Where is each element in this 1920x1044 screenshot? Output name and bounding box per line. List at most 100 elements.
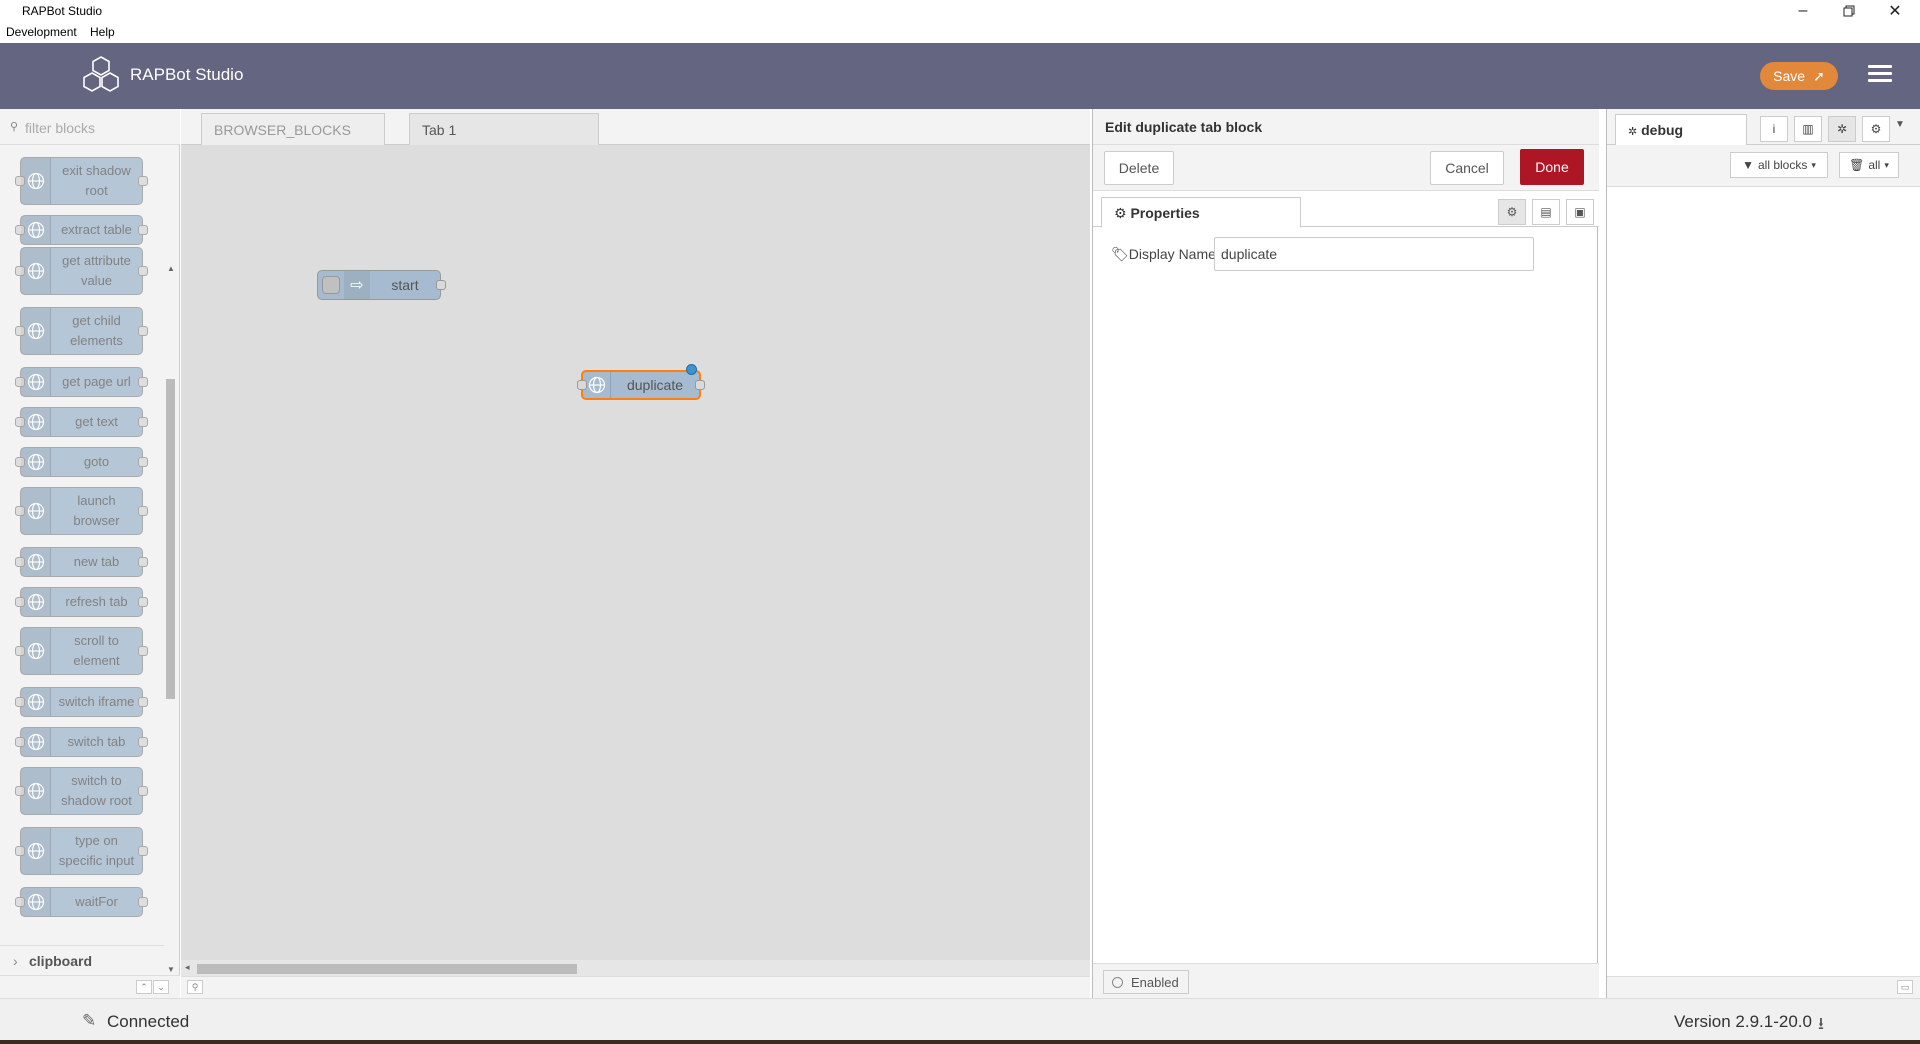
globe-icon xyxy=(21,888,51,916)
tab-tab-1[interactable]: Tab 1 xyxy=(409,113,599,146)
palette-node-label: get attribute value xyxy=(62,253,131,288)
save-button[interactable]: Save ➚ xyxy=(1760,62,1838,90)
tag-icon: 🏷 xyxy=(1111,246,1129,262)
display-name-row: 🏷Display Name xyxy=(1111,237,1571,271)
chevron-right-icon: › xyxy=(13,953,18,969)
palette-node[interactable]: get text xyxy=(15,407,148,437)
palette-node-label: extract table xyxy=(61,222,132,237)
palette-node-label: exit shadow root xyxy=(62,163,131,198)
output-port xyxy=(138,846,148,856)
globe-icon xyxy=(21,248,51,294)
palette-node[interactable]: waitFor xyxy=(15,887,148,917)
search-icon[interactable]: ⚲ xyxy=(187,980,203,994)
globe-icon xyxy=(21,768,51,814)
palette-node[interactable]: get page url xyxy=(15,367,148,397)
info-icon[interactable]: i xyxy=(1760,116,1788,142)
filter-input[interactable]: filter blocks xyxy=(25,120,95,136)
filter-select[interactable]: ▼ all blocks ▾ xyxy=(1730,152,1828,178)
output-port xyxy=(138,326,148,336)
appearance-icon[interactable]: ▣ xyxy=(1566,199,1594,225)
workspace-tabs: BROWSER_BLOCKS Tab 1 xyxy=(181,109,1090,146)
enabled-label: Enabled xyxy=(1131,974,1179,990)
node-label: duplicate xyxy=(626,377,684,393)
output-port[interactable] xyxy=(695,380,705,390)
palette-node[interactable]: switch to shadow root xyxy=(15,767,148,815)
palette-node-label: type on specific input xyxy=(58,833,135,868)
taskbar-edge xyxy=(0,1040,1920,1044)
output-port xyxy=(138,597,148,607)
status-bar: ✎ Connected Version 2.9.1-20.0 ⭳ xyxy=(0,998,1920,1044)
config-gear-icon[interactable]: ⚙ xyxy=(1862,116,1890,142)
done-button[interactable]: Done xyxy=(1520,149,1584,185)
inject-button[interactable] xyxy=(322,276,340,294)
globe-icon xyxy=(21,308,51,354)
window-title: RAPBot Studio xyxy=(22,4,103,18)
output-port[interactable] xyxy=(436,280,446,290)
close-icon[interactable]: ✕ xyxy=(1872,0,1918,22)
flow-node-start[interactable]: ⇨ start xyxy=(317,270,446,300)
globe-icon xyxy=(21,548,51,576)
editor-title: Edit duplicate tab block xyxy=(1093,109,1599,145)
palette-node-label: scroll to element xyxy=(73,633,120,668)
delete-button[interactable]: Delete xyxy=(1104,151,1174,185)
output-port xyxy=(138,557,148,567)
clear-label: all xyxy=(1868,158,1881,172)
palette-node[interactable]: get attribute value xyxy=(15,247,148,295)
palette-node[interactable]: launch browser xyxy=(15,487,148,535)
palette-filter[interactable]: ⚲ filter blocks xyxy=(0,109,180,145)
monitor-icon[interactable]: ▭ xyxy=(1897,980,1913,994)
palette-node[interactable]: switch iframe xyxy=(15,687,148,717)
clear-select[interactable]: 🗑 all ▾ xyxy=(1839,152,1899,178)
tab-debug[interactable]: ✲ debug xyxy=(1615,114,1747,146)
palette-node[interactable]: refresh tab xyxy=(15,587,148,617)
collapse-all-icon[interactable]: ⌃ xyxy=(136,980,152,994)
main-menu-icon[interactable] xyxy=(1868,65,1892,85)
book-icon[interactable]: ▥ xyxy=(1794,116,1822,142)
output-port xyxy=(138,506,148,516)
palette-node[interactable]: extract table xyxy=(15,215,148,245)
palette-node[interactable]: exit shadow root xyxy=(15,157,148,205)
globe-icon xyxy=(21,488,51,534)
palette-node-label: waitFor xyxy=(75,894,118,909)
settings-gear-icon[interactable]: ⚙ xyxy=(1498,199,1526,225)
restore-icon[interactable] xyxy=(1826,0,1872,22)
display-name-input[interactable] xyxy=(1214,237,1534,271)
globe-icon xyxy=(21,158,51,204)
palette-scrollbar[interactable]: ▲ ▼ xyxy=(164,264,178,974)
debug-label: debug xyxy=(1641,122,1684,138)
minimize-icon[interactable]: – xyxy=(1780,0,1826,22)
rocket-icon: ➚ xyxy=(1813,67,1825,84)
save-label: Save xyxy=(1773,68,1806,84)
editor-tabs: ⚙ Properties ⚙ ▤ ▣ xyxy=(1093,191,1599,228)
cancel-button[interactable]: Cancel xyxy=(1430,151,1504,185)
palette-node[interactable]: scroll to element xyxy=(15,627,148,675)
display-name-label: 🏷Display Name xyxy=(1111,246,1216,262)
workspace-hscrollbar[interactable]: ◂ xyxy=(181,960,1090,976)
palette-node-label: goto xyxy=(83,454,110,469)
menu-development[interactable]: Development xyxy=(6,25,77,39)
menu-help[interactable]: Help xyxy=(90,25,115,39)
palette-node-label: switch tab xyxy=(67,734,126,749)
debug-icon[interactable]: ✲ xyxy=(1828,116,1856,142)
properties-label: Properties xyxy=(1130,205,1200,221)
download-icon[interactable]: ⭳ xyxy=(1818,1011,1824,1040)
trash-icon: 🗑 xyxy=(1849,158,1865,172)
tab-browser-blocks[interactable]: BROWSER_BLOCKS xyxy=(201,113,385,145)
palette-node[interactable]: get child elements xyxy=(15,307,148,355)
flow-node-duplicate[interactable]: duplicate xyxy=(577,364,705,400)
palette-node[interactable]: new tab xyxy=(15,547,148,577)
enabled-toggle[interactable]: Enabled xyxy=(1103,970,1189,994)
caret-down-icon: ▾ xyxy=(1811,159,1816,170)
expand-all-icon[interactable]: ⌄ xyxy=(153,980,169,994)
palette-node[interactable]: switch tab xyxy=(15,727,148,757)
window-titlebar: RAPBot Studio – ✕ xyxy=(0,0,1920,22)
palette-node[interactable]: type on specific input xyxy=(15,827,148,875)
flow-canvas[interactable]: ⇨ start duplicate xyxy=(181,145,1090,960)
tab-properties[interactable]: ⚙ Properties xyxy=(1101,197,1301,228)
palette-node[interactable]: goto xyxy=(15,447,148,477)
chevron-down-icon[interactable]: ▼ xyxy=(1895,119,1905,130)
palette-category-clipboard[interactable]: › clipboard xyxy=(0,945,164,975)
description-icon[interactable]: ▤ xyxy=(1532,199,1560,225)
output-port xyxy=(138,225,148,235)
palette-node-label: switch iframe xyxy=(58,694,135,709)
